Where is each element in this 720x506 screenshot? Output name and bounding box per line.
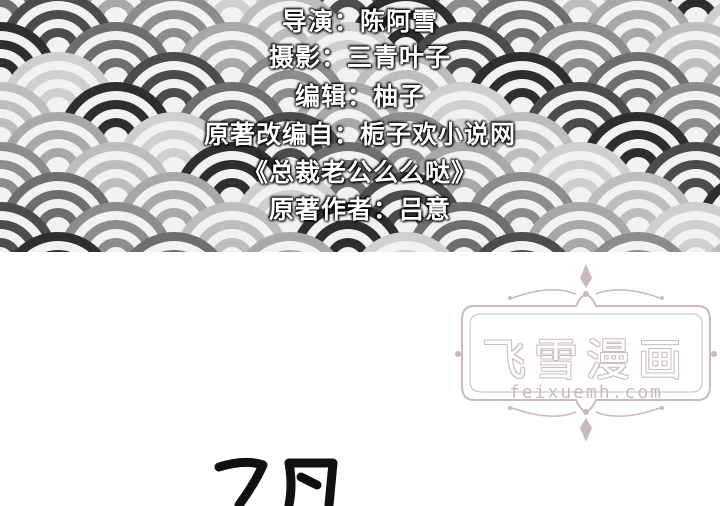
watermark-url: feixuemh.com [508,382,664,403]
watermark-title: 飞雪漫画 [482,335,690,386]
credits-block: 导演：陈阿雪 摄影：三青叶子 编辑：柚子 原著改编自：栀子欢小说网 《总裁老公么… [0,0,720,252]
credit-editor: 编辑：柚子 [294,82,425,111]
credit-photography: 摄影：三青叶子 [268,43,451,72]
credit-author: 原著作者：吕意 [268,195,451,224]
brush-glyph [214,457,338,506]
credit-novel: 《总裁老公么么哒》 [242,158,477,187]
credit-director: 导演：陈阿雪 [281,7,438,36]
credit-source: 原著改编自：栀子欢小说网 [203,120,516,149]
watermark-badge: 飞雪漫画 feixuemh.com [452,258,720,444]
